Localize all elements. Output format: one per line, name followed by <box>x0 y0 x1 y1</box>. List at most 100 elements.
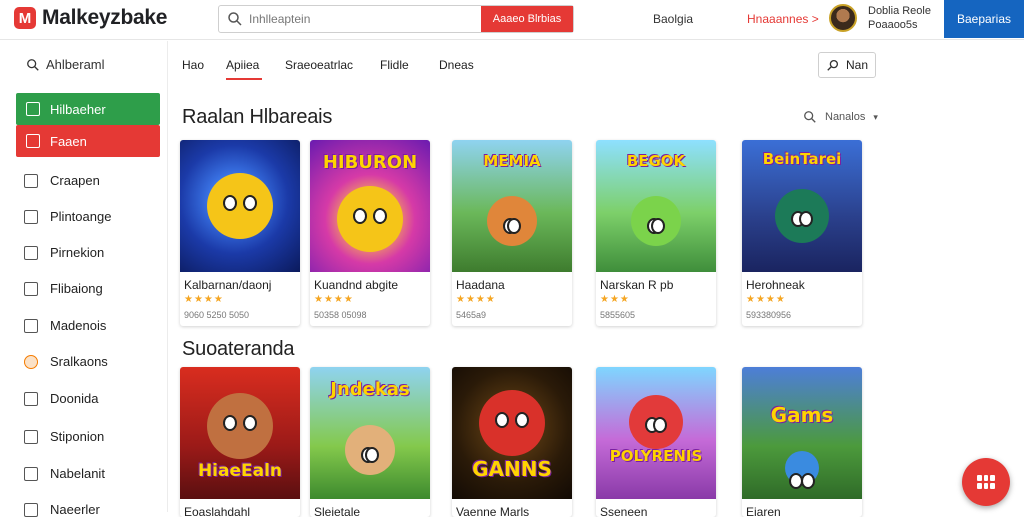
sidebar-search[interactable]: Ahlberaml <box>26 57 105 72</box>
game-card[interactable]: Kalbarnan/daonj ★★★★ 9060 5250 5050 <box>180 140 300 326</box>
game-thumbnail: MEMIA <box>452 140 572 272</box>
character-art <box>785 451 819 489</box>
thumbnail-title: HiaeEaln <box>197 461 283 481</box>
sidebar-item[interactable]: Stiponion <box>24 429 104 444</box>
active-tab-indicator <box>226 78 262 80</box>
sidebar-item[interactable]: Craapen <box>24 173 100 188</box>
game-title: Sseneen <box>600 505 648 517</box>
game-card[interactable]: GANNS Vaenne Marls <box>452 367 572 517</box>
category-icon <box>24 391 38 406</box>
floating-menu-button[interactable] <box>962 458 1010 506</box>
search-icon <box>228 12 242 26</box>
grid-icon <box>977 475 995 489</box>
controller-icon <box>26 102 40 116</box>
category-icon <box>24 318 38 333</box>
new-button[interactable]: Nan <box>818 52 876 78</box>
game-thumbnail: GANNS <box>452 367 572 499</box>
game-title: Eiaren <box>746 505 781 517</box>
game-meta: 9060 5250 5050 <box>184 310 250 320</box>
new-button-label: Nan <box>845 58 868 72</box>
account-button[interactable]: Baeparias <box>944 0 1024 38</box>
sidebar-item-label: Hilbaeher <box>50 101 106 117</box>
game-card[interactable]: BEGOK Narskan R pb ★★★ 5855605 <box>596 140 716 326</box>
section-title: Suoateranda <box>182 338 295 360</box>
sidebar-item-label: Nabelanit <box>50 466 105 481</box>
thumbnail-title: POLYRENIS <box>609 447 703 465</box>
game-card[interactable]: Jndekas Sleietale <box>310 367 430 517</box>
sidebar-item-label: Madenois <box>50 318 107 333</box>
search-button[interactable]: Aaaeo Blrbias <box>481 6 573 32</box>
tab-browse[interactable]: Sraeoeatrlac <box>285 58 353 72</box>
category-icon <box>24 173 38 188</box>
character-art <box>479 390 545 456</box>
sidebar-item-primary-1[interactable]: Hilbaeher <box>16 93 160 125</box>
category-icon <box>24 466 38 481</box>
game-thumbnail: BeinTarei <box>742 140 862 272</box>
game-thumbnail <box>180 140 300 272</box>
game-card[interactable]: Gams Eiaren <box>742 367 862 517</box>
character-art <box>207 173 273 239</box>
user-handle: Poaaoo5s <box>868 19 918 31</box>
user-info[interactable]: Doblia Reole Poaaoo5s <box>868 4 931 32</box>
game-title: Haadana <box>456 278 505 292</box>
game-title: Herohneak <box>746 278 805 292</box>
game-title: Narskan R pb <box>600 278 674 292</box>
sidebar-item-label: Faaen <box>50 133 87 149</box>
sidebar-item-label: Doonida <box>50 391 99 406</box>
rating-stars: ★★★ <box>600 294 630 305</box>
game-card[interactable]: POLYRENIS Sseneen <box>596 367 716 517</box>
sidebar-item-primary-2[interactable]: Faaen <box>16 125 160 157</box>
sidebar-item[interactable]: Plintoange <box>24 209 111 224</box>
thumbnail-title: Gams <box>770 403 834 427</box>
game-card[interactable]: MEMIA Haadana ★★★★ 5465a9 <box>452 140 572 326</box>
sidebar-item[interactable]: Naeerler <box>24 502 100 517</box>
game-thumbnail: Jndekas <box>310 367 430 499</box>
game-thumbnail: HIBURON <box>310 140 430 272</box>
top-header: M Malkeyzbake Aaaeo Blrbias Baolgia Hnaa… <box>0 0 1024 40</box>
game-thumbnail: BEGOK <box>596 140 716 272</box>
sidebar-item[interactable]: Pirnekion <box>24 245 104 260</box>
avatar[interactable] <box>829 4 857 32</box>
character-art <box>629 395 683 449</box>
game-card[interactable]: HiaeEaln Eoaslahdahl <box>180 367 300 517</box>
sort-label: Nanalos <box>825 111 866 123</box>
character-art <box>345 425 395 475</box>
category-icon <box>24 354 38 369</box>
sidebar-item-label: Plintoange <box>50 209 112 224</box>
chevron-down-icon: ▾ <box>873 111 878 122</box>
sidebar: Ahlberaml Hilbaeher Faaen Craapen Plinto… <box>0 41 168 517</box>
tab-deals[interactable]: Dneas <box>439 58 474 72</box>
category-icon <box>24 281 38 296</box>
category-icon <box>24 502 38 517</box>
header-link-channels[interactable]: Hnaaannes > <box>747 12 819 26</box>
game-card[interactable]: BeinTarei Herohneak ★★★★ 593380956 <box>742 140 862 326</box>
sidebar-item[interactable]: Sralkaons <box>24 354 108 369</box>
rating-stars: ★★★★ <box>314 294 354 305</box>
search-input[interactable] <box>249 7 479 31</box>
search-icon <box>27 58 39 71</box>
tab-apps[interactable]: Apiiea <box>226 58 259 72</box>
category-icon <box>24 429 38 444</box>
character-art <box>337 186 403 252</box>
sidebar-item[interactable]: Doonida <box>24 391 98 406</box>
game-thumbnail: POLYRENIS <box>596 367 716 499</box>
character-art <box>207 393 273 459</box>
game-meta: 5855605 <box>600 310 636 320</box>
app-logo[interactable]: M Malkeyzbake <box>14 6 167 30</box>
tab-files[interactable]: Flidle <box>380 58 409 72</box>
game-card[interactable]: HIBURON Kuandnd abgite ★★★★ 50358 05098 <box>310 140 430 326</box>
rating-stars: ★★★★ <box>456 294 496 305</box>
tab-home[interactable]: Hao <box>182 58 204 72</box>
user-name: Doblia Reole <box>868 5 931 17</box>
sidebar-item[interactable]: Nabelanit <box>24 466 105 481</box>
game-thumbnail: HiaeEaln <box>180 367 300 499</box>
header-link-blog[interactable]: Baolgia <box>653 12 693 26</box>
sidebar-item-label: Pirnekion <box>50 245 105 260</box>
character-art <box>631 196 681 246</box>
sort-dropdown[interactable]: Nanalos ▾ <box>803 110 878 124</box>
game-title: Kalbarnan/daonj <box>184 278 272 292</box>
sidebar-item[interactable]: Madenois <box>24 318 106 333</box>
thumbnail-title: BEGOK <box>626 152 686 170</box>
sidebar-item-label: Flibaiong <box>50 281 103 296</box>
sidebar-item[interactable]: Flibaiong <box>24 281 103 296</box>
